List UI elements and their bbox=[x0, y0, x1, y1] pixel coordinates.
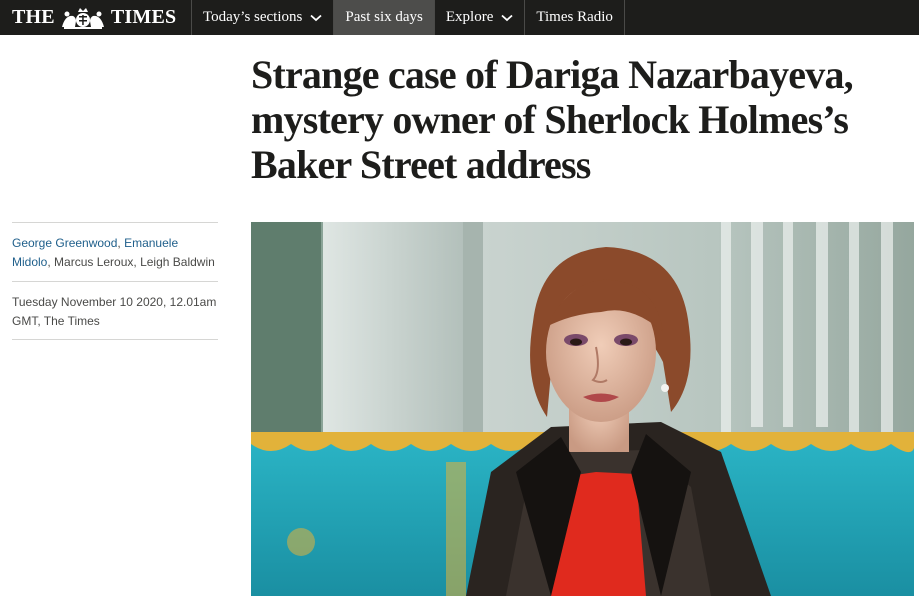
nav-label: Today’s sections bbox=[203, 9, 303, 25]
article-dateline: Tuesday November 10 2020, 12.01am GMT, T… bbox=[12, 295, 217, 328]
chevron-down-icon bbox=[501, 14, 513, 21]
nav-past-six-days[interactable]: Past six days bbox=[334, 0, 434, 35]
divider bbox=[12, 339, 218, 340]
nav-label: Past six days bbox=[345, 9, 423, 25]
nav-label: Times Radio bbox=[536, 9, 613, 25]
nav-divider bbox=[623, 0, 625, 35]
author-list: George Greenwood, Emanuele Midolo, Marcu… bbox=[12, 223, 218, 281]
hero-image bbox=[251, 222, 914, 596]
times-logo[interactable]: THE TIMES bbox=[0, 0, 191, 35]
chevron-down-icon bbox=[310, 14, 322, 21]
nav-explore[interactable]: Explore bbox=[435, 0, 524, 35]
top-navigation-bar: THE TIMES Today’s sections Past six days… bbox=[0, 0, 919, 35]
article-headline: Strange case of Dariga Nazarbayeva, myst… bbox=[251, 52, 854, 187]
logo-text-times: TIMES bbox=[110, 6, 177, 28]
nav-label: Explore bbox=[445, 9, 494, 25]
article-byline: George Greenwood, Emanuele Midolo, Marcu… bbox=[12, 222, 218, 340]
logo-text-the: THE bbox=[12, 6, 55, 28]
author-names: Marcus Leroux, Leigh Baldwin bbox=[54, 255, 215, 269]
nav-times-radio[interactable]: Times Radio bbox=[525, 0, 624, 35]
author-link[interactable]: George Greenwood bbox=[12, 236, 117, 250]
hero-photo bbox=[251, 222, 914, 596]
royal-crest-icon bbox=[61, 7, 104, 29]
nav-todays-sections[interactable]: Today’s sections bbox=[192, 0, 333, 35]
